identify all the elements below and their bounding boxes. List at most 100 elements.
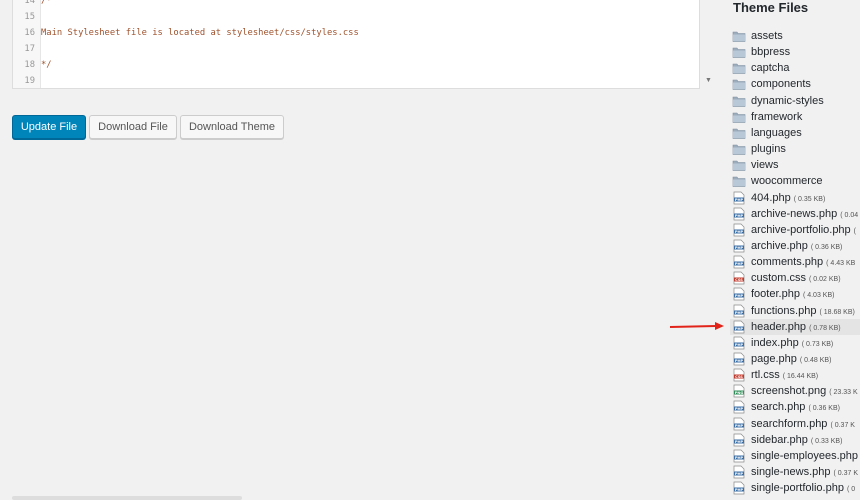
file-item[interactable]: PNG screenshot.png( 23.33 K [730,383,860,399]
folder-item[interactable]: captcha [730,60,860,76]
php-file-icon: PHP [732,320,746,334]
file-name[interactable]: views [751,157,779,173]
code-line[interactable]: 17 [13,41,699,57]
folder-icon [732,110,746,124]
code-line[interactable]: 14 /* [13,0,699,9]
file-name[interactable]: archive-portfolio.php( [751,222,856,238]
file-name[interactable]: 404.php( 0.35 KB) [751,190,825,206]
file-item[interactable]: PHP sidebar.php( 0.33 KB) [730,432,860,448]
folder-item[interactable]: views [730,157,860,173]
scroll-down-icon[interactable]: ▼ [703,76,714,86]
folder-item[interactable]: assets [730,28,860,44]
code-line[interactable]: 18 */ [13,57,699,73]
folder-item[interactable]: woocommerce [730,173,860,189]
update-file-button[interactable]: Update File [12,115,86,139]
file-size: ( 0.33 KB) [810,437,843,445]
file-name[interactable]: searchform.php( 0.37 K [751,416,855,432]
file-name[interactable]: single-portfolio.php( 0 [751,480,855,496]
svg-text:PHP: PHP [735,472,744,476]
folder-item[interactable]: plugins [730,141,860,157]
file-name[interactable]: footer.php( 4.03 KB) [751,286,834,302]
folder-item[interactable]: dynamic-styles [730,93,860,109]
file-item[interactable]: PHP archive-portfolio.php( [730,222,860,238]
file-name[interactable]: page.php( 0.48 KB) [751,351,831,367]
folder-item[interactable]: components [730,76,860,92]
file-name[interactable]: index.php( 0.73 KB) [751,335,833,351]
file-name[interactable]: functions.php( 18.68 KB) [751,303,855,319]
php-file-icon: PHP [732,433,746,447]
file-name[interactable]: sidebar.php( 0.33 KB) [751,432,842,448]
file-name[interactable]: languages [751,125,802,141]
file-item[interactable]: PHP footer.php( 4.03 KB) [730,286,860,302]
php-file-icon: PHP [732,191,746,205]
file-item[interactable]: PHP search.php( 0.36 KB) [730,399,860,415]
code-text[interactable]: Main Stylesheet file is located at style… [41,25,359,41]
file-size: ( 4.43 KB [826,260,856,268]
code-editor[interactable]: 14 /* 15 16 Main Stylesheet file is located … [12,0,700,89]
file-name[interactable]: comments.php( 4.43 KB [751,254,855,270]
file-item[interactable]: PHP functions.php( 18.68 KB) [730,303,860,319]
file-name[interactable]: archive.php( 0.36 KB) [751,238,842,254]
php-file-icon: PHP [732,465,746,479]
file-name[interactable]: woocommerce [751,173,823,189]
editor-scrollbar[interactable] [703,0,714,88]
php-file-icon: PHP [732,449,746,463]
file-item[interactable]: CSS custom.css( 0.02 KB) [730,270,860,286]
svg-text:PHP: PHP [735,214,744,218]
file-name[interactable]: single-news.php( 0.37 K [751,464,858,480]
svg-text:PHP: PHP [735,407,744,411]
file-item[interactable]: PHP single-employees.php [730,448,860,464]
file-name[interactable]: single-employees.php [751,448,858,464]
file-name[interactable]: dynamic-styles [751,93,824,109]
code-line[interactable]: 15 [13,9,699,25]
file-item[interactable]: PHP header.php( 0.78 KB) [730,318,860,335]
file-item[interactable]: CSS rtl.css( 16.44 KB) [730,367,860,383]
file-name[interactable]: assets [751,28,783,44]
file-size: ( 0.04 [840,211,859,219]
file-size: ( 23.33 K [829,389,858,397]
file-item[interactable]: PHP comments.php( 4.43 KB [730,254,860,270]
file-item[interactable]: PHP archive.php( 0.36 KB) [730,238,860,254]
php-file-icon: PHP [732,336,746,350]
file-item[interactable]: PHP searchform.php( 0.37 K [730,416,860,432]
file-name[interactable]: framework [751,109,802,125]
file-item[interactable]: PHP archive-news.php( 0.04 [730,206,860,222]
download-theme-button[interactable]: Download Theme [180,115,284,139]
php-file-icon: PHP [732,255,746,269]
file-item[interactable]: PHP index.php( 0.73 KB) [730,335,860,351]
file-name[interactable]: components [751,76,811,92]
download-file-button[interactable]: Download File [89,115,177,139]
file-size: ( 0.78 KB) [809,324,841,332]
code-text[interactable]: /* [41,0,52,9]
file-name[interactable]: archive-news.php( 0.04 [751,206,858,222]
folder-item[interactable]: bbpress [730,44,860,60]
file-item[interactable]: PHP single-news.php( 0.37 K [730,464,860,480]
folder-item[interactable]: languages [730,125,860,141]
file-size: ( 4.03 KB) [802,292,835,300]
code-line[interactable]: 19 [13,73,699,88]
file-name[interactable]: rtl.css( 16.44 KB) [751,367,818,383]
file-name[interactable]: search.php( 0.36 KB) [751,399,840,415]
folder-item[interactable]: framework [730,109,860,125]
line-number: 15 [24,12,35,22]
folder-icon [732,29,746,43]
file-name[interactable]: custom.css( 0.02 KB) [751,270,841,286]
svg-text:PHP: PHP [735,343,744,347]
file-size: ( 0.02 KB) [809,276,841,284]
line-number: 17 [24,44,35,54]
folder-icon [732,77,746,91]
file-name[interactable]: plugins [751,141,786,157]
horizontal-scrollbar[interactable] [12,496,242,500]
file-name[interactable]: screenshot.png( 23.33 K [751,383,858,399]
code-text[interactable]: */ [41,57,52,73]
folder-icon [732,45,746,59]
file-size: ( 0.35 KB) [793,195,826,203]
file-item[interactable]: PHP 404.php( 0.35 KB) [730,190,860,206]
file-item[interactable]: PHP single-portfolio.php( 0 [730,480,860,496]
file-name[interactable]: header.php( 0.78 KB) [751,319,841,335]
file-size: ( 0.73 KB) [801,340,834,348]
file-name[interactable]: bbpress [751,44,790,60]
file-item[interactable]: PHP page.php( 0.48 KB) [730,351,860,367]
file-name[interactable]: captcha [751,60,790,76]
code-line[interactable]: 16 Main Stylesheet file is located at sty… [13,25,699,41]
